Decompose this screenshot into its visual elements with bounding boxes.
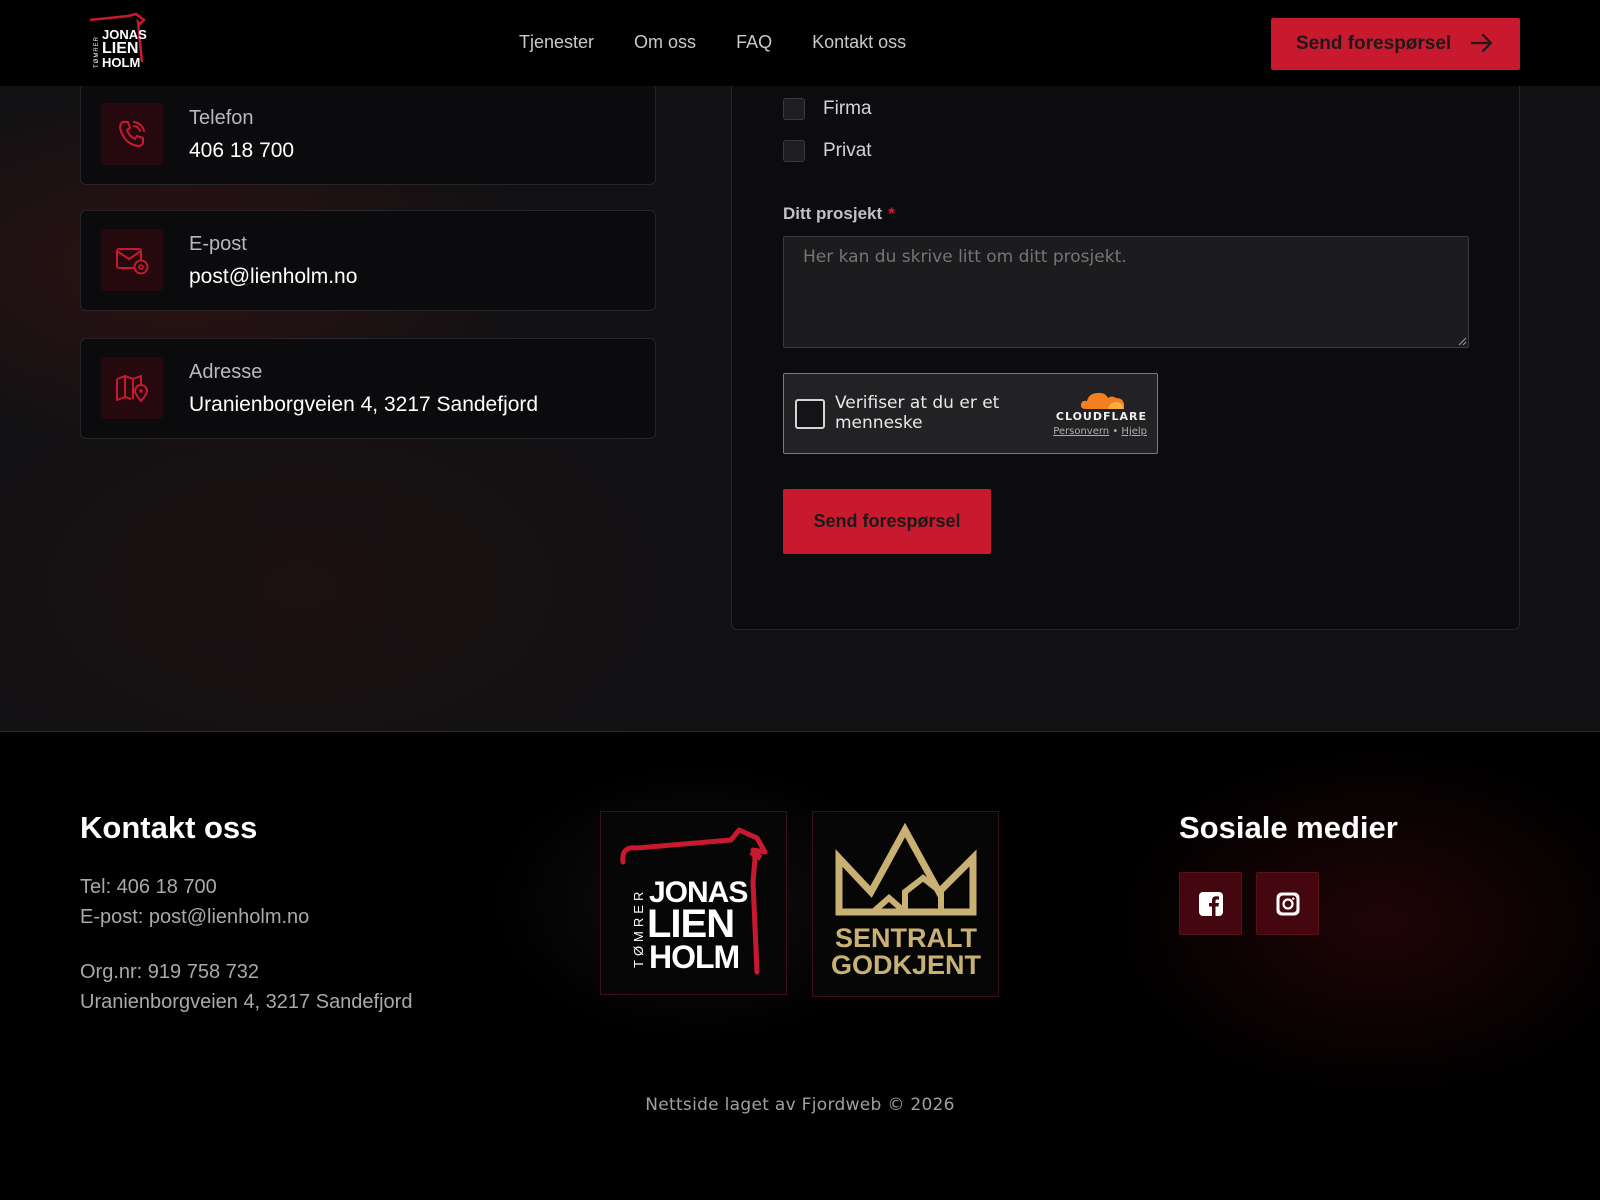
project-label-text: Ditt prosjekt xyxy=(783,204,883,223)
footer-orgnr: Org.nr: 919 758 732 xyxy=(80,961,260,983)
email-value: post@lienholm.no xyxy=(189,265,358,288)
captcha-text: Verifiser at du er et menneske xyxy=(835,393,1000,433)
checkbox-firma-row[interactable]: Firma xyxy=(783,98,872,120)
contact-section: Telefon 406 18 700 E-post post@lienholm.… xyxy=(0,84,1600,731)
site-footer: Kontakt oss Tel: 406 18 700 E-post: post… xyxy=(0,732,1600,1200)
footer-email: E-post: post@lienholm.no xyxy=(80,906,310,928)
address-card[interactable]: Adresse Uranienborgveien 4, 3217 Sandefj… xyxy=(80,338,656,439)
nav-kontakt-oss[interactable]: Kontakt oss xyxy=(812,30,906,54)
main-nav: Tjenester Om oss FAQ Kontakt oss xyxy=(519,30,946,54)
phone-icon xyxy=(119,121,145,147)
mail-icon xyxy=(116,248,149,275)
checkbox-privat[interactable] xyxy=(783,140,805,162)
nav-faq[interactable]: FAQ xyxy=(736,30,772,54)
map-icon-box xyxy=(101,357,163,419)
map-icon xyxy=(116,375,149,403)
captcha-links: Personvern • Hjelp xyxy=(1053,426,1147,437)
svg-text:HOLM: HOLM xyxy=(102,55,140,70)
footer-tel: Tel: 406 18 700 xyxy=(80,876,217,898)
address-label: Adresse xyxy=(189,361,263,383)
svg-text:HOLM: HOLM xyxy=(649,939,739,975)
mail-icon-box xyxy=(101,229,163,291)
email-label: E-post xyxy=(189,233,247,255)
phone-icon-box xyxy=(101,103,163,165)
nav-tjenester[interactable]: Tjenester xyxy=(519,30,594,54)
crown-icon: SENTRALT GODKJENT xyxy=(831,822,982,980)
footer-credit: Nettside laget av Fjordweb © 2026 xyxy=(645,1095,955,1115)
arrow-right-icon xyxy=(1470,33,1493,53)
logo-jonas-lien-holm[interactable]: JONAS LIEN HOLM TØMRER xyxy=(86,12,150,72)
sentralt-godkjent-badge: SENTRALT GODKJENT xyxy=(812,811,999,997)
captcha-help-link[interactable]: Hjelp xyxy=(1121,426,1147,437)
project-textarea[interactable] xyxy=(783,236,1469,348)
footer-social-heading: Sosiale medier xyxy=(1179,810,1398,845)
resize-grip-icon[interactable] xyxy=(1458,337,1467,346)
address-value: Uranienborgveien 4, 3217 Sandefjord xyxy=(189,393,539,416)
captcha-widget: Verifiser at du er et menneske CLOUDFLAR… xyxy=(783,373,1158,454)
svg-text:GODKJENT: GODKJENT xyxy=(831,950,982,980)
contact-form: Firma Privat Ditt prosjekt * Verifiser at… xyxy=(731,86,1520,630)
footer-contact-heading: Kontakt oss xyxy=(80,810,258,845)
svg-text:SENTRALT: SENTRALT xyxy=(835,923,977,953)
captcha-links-separator: • xyxy=(1112,426,1119,437)
svg-text:TØMRER: TØMRER xyxy=(631,888,646,968)
captcha-checkbox[interactable] xyxy=(795,399,825,429)
instagram-icon xyxy=(1276,892,1299,915)
checkbox-firma[interactable] xyxy=(783,98,805,120)
footer-logo-card: JONAS LIEN HOLM TØMRER xyxy=(600,811,787,995)
email-card[interactable]: E-post post@lienholm.no xyxy=(80,210,656,311)
facebook-icon xyxy=(1198,891,1223,916)
phone-value: 406 18 700 xyxy=(189,139,295,162)
header-send-request-button[interactable]: Send forespørsel xyxy=(1271,18,1520,70)
nav-om-oss[interactable]: Om oss xyxy=(634,30,696,54)
checkbox-privat-row[interactable]: Privat xyxy=(783,140,872,162)
site-header: JONAS LIEN HOLM TØMRER Tjenester Om oss … xyxy=(0,0,1600,86)
phone-card[interactable]: Telefon 406 18 700 xyxy=(80,84,656,185)
svg-text:TØMRER: TØMRER xyxy=(94,36,100,68)
logo-jonas-lien-holm: JONAS LIEN HOLM TØMRER xyxy=(620,827,768,975)
header-cta-label: Send forespørsel xyxy=(1296,33,1452,54)
submit-label: Send forespørsel xyxy=(813,511,961,531)
captcha-privacy-link[interactable]: Personvern xyxy=(1053,426,1109,437)
required-mark: * xyxy=(888,204,895,223)
checkbox-privat-label: Privat xyxy=(823,140,872,161)
submit-request-button[interactable]: Send forespørsel xyxy=(783,489,991,554)
project-field-label: Ditt prosjekt * xyxy=(783,204,895,224)
cloudflare-cloud-icon xyxy=(1080,392,1125,409)
footer-address: Uranienborgveien 4, 3217 Sandefjord xyxy=(80,991,413,1013)
facebook-button[interactable] xyxy=(1179,872,1242,935)
cloudflare-brand: CLOUDFLARE xyxy=(1055,410,1147,423)
checkbox-firma-label: Firma xyxy=(823,98,872,119)
phone-label: Telefon xyxy=(189,107,254,129)
instagram-button[interactable] xyxy=(1256,872,1319,935)
